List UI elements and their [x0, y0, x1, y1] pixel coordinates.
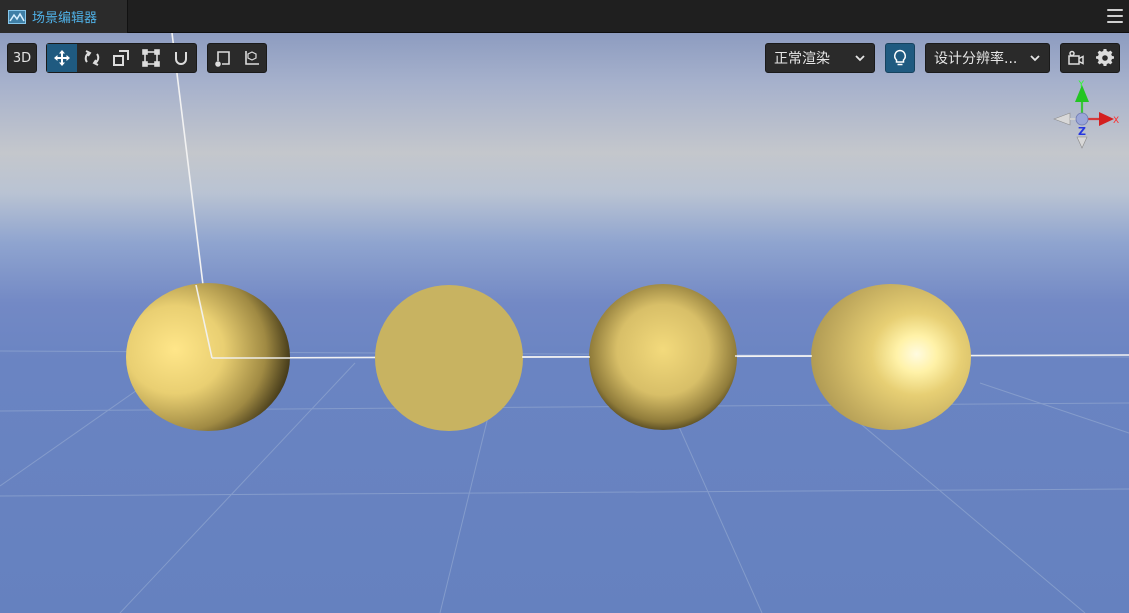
camera-button[interactable]: [1061, 44, 1090, 72]
view-mode-label: 3D: [12, 50, 32, 66]
pivot-icon: [214, 51, 230, 67]
magnet-icon: [175, 52, 188, 65]
scale-icon: [113, 50, 130, 66]
rect-tool-button[interactable]: [136, 44, 166, 72]
resolution-dropdown[interactable]: 设计分辨率...: [925, 43, 1050, 73]
camera-icon: [1067, 50, 1084, 65]
view-mode-3d-button[interactable]: 3D: [7, 43, 37, 73]
snap-tool-button[interactable]: [166, 44, 196, 72]
sphere-3: [589, 284, 737, 430]
sphere-4: [811, 284, 971, 430]
scene-canvas[interactable]: [0, 33, 1129, 613]
scale-tool-button[interactable]: [107, 44, 137, 72]
neg-x-handle: [1053, 112, 1071, 126]
chevron-down-icon: [1030, 55, 1040, 62]
lightbulb-icon: [894, 49, 906, 66]
rotate-tool-button[interactable]: [77, 44, 107, 72]
coordinate-tool-button[interactable]: [237, 44, 266, 72]
hamburger-menu-icon[interactable]: [1107, 8, 1123, 24]
move-arrows-icon: [53, 50, 70, 66]
scene-editor-icon: [8, 9, 26, 24]
scene-viewport[interactable]: 3D 正常渲染 设计分辨率... X Y Z: [0, 33, 1129, 613]
tab-scene-editor[interactable]: 场景编辑器: [0, 0, 128, 33]
x-axis-label: X: [1113, 116, 1119, 126]
sphere-2: [375, 285, 523, 431]
panel-tab-bar: 场景编辑器: [0, 0, 1129, 33]
chevron-down-icon: [855, 55, 865, 62]
z-axis-label: Z: [1078, 125, 1086, 138]
pivot-tools-group: [207, 43, 267, 73]
y-axis-label: Y: [1078, 80, 1085, 90]
neg-z-handle: [1076, 136, 1088, 149]
orientation-gizmo[interactable]: X Y Z: [1048, 79, 1124, 151]
render-mode-dropdown[interactable]: 正常渲染: [765, 43, 875, 73]
move-tool-button[interactable]: [47, 44, 77, 72]
tab-title: 场景编辑器: [32, 11, 98, 26]
settings-button[interactable]: [1090, 44, 1119, 72]
rotate-icon: [84, 50, 99, 66]
sphere-1: [126, 283, 290, 431]
x-axis-handle: [1099, 112, 1114, 126]
pivot-tool-button[interactable]: [208, 44, 237, 72]
render-mode-value: 正常渲染: [774, 51, 830, 67]
gear-icon: [1095, 49, 1114, 67]
rect-transform-icon: [142, 49, 161, 67]
local-coordinate-icon: [244, 51, 259, 65]
camera-settings-group: [1060, 43, 1120, 73]
gizmo-center: [1075, 112, 1089, 126]
resolution-value: 设计分辨率...: [934, 51, 1018, 67]
lighting-toggle-button[interactable]: [885, 43, 915, 73]
transform-tools-group: [46, 43, 197, 73]
